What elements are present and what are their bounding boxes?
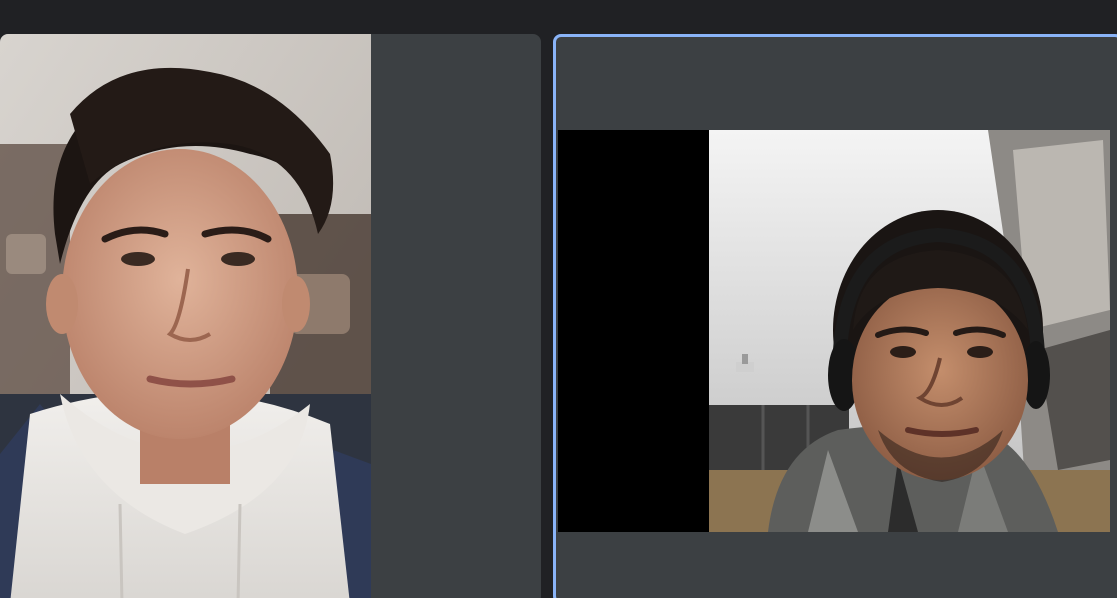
video-frame-right bbox=[558, 130, 1110, 532]
participant-video-right bbox=[558, 130, 1110, 532]
participant-tile-left[interactable] bbox=[0, 34, 541, 598]
video-frame-left bbox=[0, 34, 371, 598]
participant-tile-right[interactable] bbox=[553, 34, 1117, 598]
participant-video-left bbox=[0, 34, 371, 598]
video-call-window bbox=[0, 0, 1117, 598]
